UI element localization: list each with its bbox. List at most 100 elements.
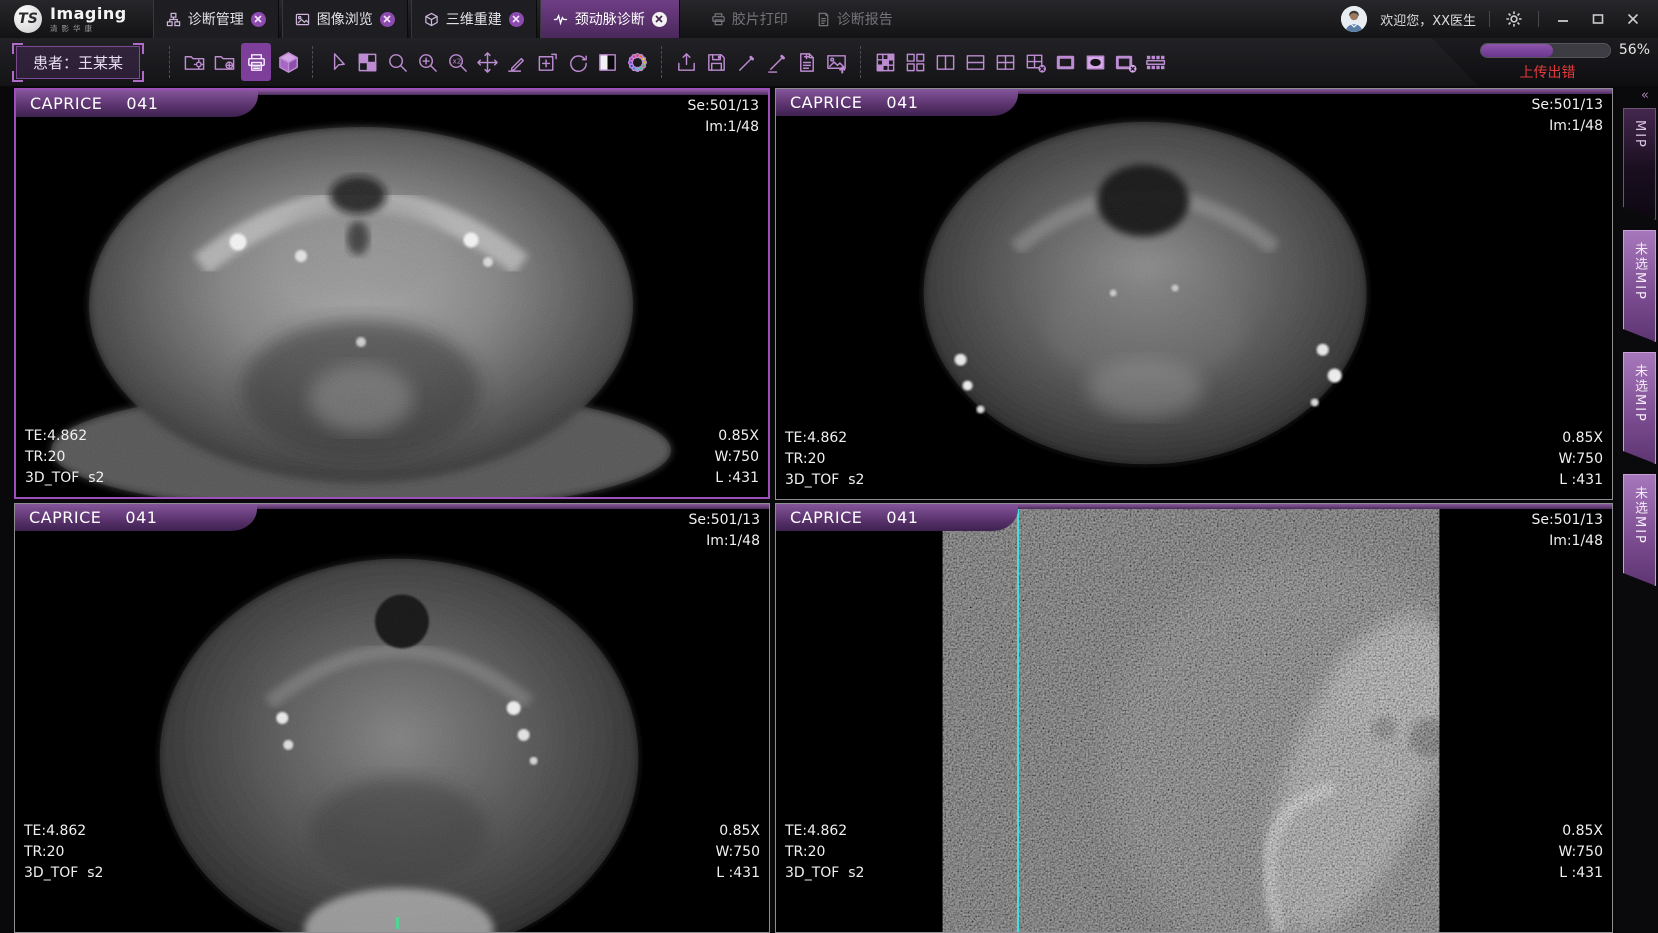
layout-2x1-icon[interactable] <box>962 43 988 81</box>
image-index-label: Im:1/48 <box>1532 116 1603 137</box>
sitemap-icon <box>166 12 181 27</box>
series-number: 041 <box>886 508 918 527</box>
device-name: CAPRICE <box>790 93 862 112</box>
print-icon[interactable] <box>241 43 271 81</box>
tab-3d-reconstruction[interactable]: 三维重建 <box>411 0 537 38</box>
pan-icon[interactable] <box>474 43 500 81</box>
printer-icon <box>711 12 726 27</box>
layout-2x2-icon[interactable] <box>992 43 1018 81</box>
sidebar-tab-label: 未选MIP <box>1630 364 1649 423</box>
menu-diagnosis-report[interactable]: 诊断报告 <box>816 9 893 29</box>
sequence-label: 3D_TOF s2 <box>785 470 864 491</box>
viewport-top-left[interactable]: CAPRICE 041 Se:501/13 Im:1/48 TE:4.862 T… <box>14 88 770 499</box>
tab-label: 三维重建 <box>446 9 502 29</box>
close-cell-icon[interactable] <box>1022 43 1048 81</box>
series-label: Se:501/13 <box>1532 510 1603 531</box>
probe-icon[interactable] <box>733 43 759 81</box>
image-index-label: Im:1/48 <box>689 531 760 552</box>
sidebar-tab-mip[interactable]: MIP <box>1623 108 1656 220</box>
zoom-factor-label: 0.85X <box>715 426 759 447</box>
zoom-in-icon[interactable] <box>414 43 440 81</box>
cube-icon <box>424 12 439 27</box>
tab-image-browse[interactable]: 图像浏览 <box>282 0 408 38</box>
tab-close-icon[interactable] <box>652 12 667 27</box>
series-number: 041 <box>886 93 918 112</box>
probe-baseline-icon[interactable] <box>763 43 789 81</box>
new-report-icon[interactable] <box>793 43 819 81</box>
series-info-overlay: Se:501/13 Im:1/48 <box>688 96 759 138</box>
fill-rect-icon[interactable] <box>1052 43 1078 81</box>
rotate-icon[interactable] <box>564 43 590 81</box>
sidebar-tab-unselected-mip-1[interactable]: 未选MIP <box>1623 230 1656 342</box>
open-study-icon[interactable] <box>181 43 207 81</box>
tab-diagnosis-management[interactable]: 诊断管理 <box>153 0 279 38</box>
mri-noisy-slab <box>776 504 1612 932</box>
layout-3x3-icon[interactable] <box>872 43 898 81</box>
upload-icon[interactable] <box>673 43 699 81</box>
maximize-button[interactable] <box>1587 8 1609 30</box>
window-level-label: L :431 <box>715 468 759 489</box>
app-logo: TS Imaging 清影华康 <box>0 5 143 33</box>
sidebar-tab-label: MIP <box>1632 120 1647 149</box>
tab-close-icon[interactable] <box>380 12 395 27</box>
tab-carotid-diagnosis[interactable]: 颈动脉诊断 <box>540 0 680 38</box>
filmstrip-icon[interactable] <box>1142 43 1168 81</box>
collapse-sidebar-icon[interactable]: « <box>1641 88 1658 105</box>
workspace-tabs: 诊断管理 图像浏览 三维重建 <box>153 0 683 38</box>
sidebar-tab-unselected-mip-2[interactable]: 未选MIP <box>1623 352 1656 464</box>
logo-monogram: TS <box>14 5 42 33</box>
series-label: Se:501/13 <box>1532 95 1603 116</box>
viewport-bottom-right[interactable]: CAPRICE 041 Se:501/13 Im:1/48 TE:4.862 T… <box>775 503 1613 933</box>
fill-ellipse-icon[interactable] <box>1082 43 1108 81</box>
menu-item-label: 诊断报告 <box>837 9 893 29</box>
layout-1x2-icon[interactable] <box>932 43 958 81</box>
upload-error-label[interactable]: 上传出错 <box>1480 62 1615 82</box>
zoom-2x-icon[interactable]: x2 <box>444 43 470 81</box>
layout-tiles-icon[interactable] <box>902 43 928 81</box>
sidebar-tab-unselected-mip-3[interactable]: 未选MIP <box>1623 474 1656 586</box>
export-image-icon[interactable] <box>823 43 849 81</box>
user-avatar[interactable] <box>1341 6 1367 32</box>
add-roi-icon[interactable] <box>534 43 560 81</box>
pointer-icon[interactable] <box>324 43 350 81</box>
welcome-text: 欢迎您，XX医生 <box>1380 10 1476 29</box>
checker-layout-icon[interactable] <box>354 43 380 81</box>
close-button[interactable] <box>1622 8 1644 30</box>
window-level-icon[interactable] <box>594 43 620 81</box>
minimize-button[interactable] <box>1552 8 1574 30</box>
acquisition-overlay: TE:4.862 TR:20 3D_TOF s2 <box>785 428 864 491</box>
corner-mark <box>12 71 23 82</box>
viewport-bottom-left[interactable]: CAPRICE 041 Se:501/13 Im:1/48 TE:4.862 T… <box>14 503 770 933</box>
zoom-factor-label: 0.85X <box>1559 821 1603 842</box>
divider <box>1538 11 1539 27</box>
magnifier-icon[interactable] <box>384 43 410 81</box>
tab-label: 诊断管理 <box>188 9 244 29</box>
te-label: TE:4.862 <box>785 821 864 842</box>
save-icon[interactable] <box>703 43 729 81</box>
toolbar-separator <box>661 46 662 78</box>
corner-mark <box>133 43 144 54</box>
tab-close-icon[interactable] <box>251 12 266 27</box>
brand-block: Imaging 清影华康 <box>50 5 127 33</box>
settings-gear-icon[interactable] <box>1503 8 1525 30</box>
series-label: Se:501/13 <box>689 510 760 531</box>
pseudo-color-icon[interactable] <box>624 43 650 81</box>
sidebar-tab-label: 未选MIP <box>1630 242 1649 301</box>
window-width-label: W:750 <box>1559 842 1603 863</box>
menu-film-print[interactable]: 胶片打印 <box>711 9 788 29</box>
remove-rect-icon[interactable] <box>1112 43 1138 81</box>
waveform-icon <box>553 12 568 27</box>
viewport-top-right[interactable]: CAPRICE 041 Se:501/13 Im:1/48 TE:4.862 T… <box>775 88 1613 500</box>
series-number: 041 <box>126 94 158 113</box>
measure-icon[interactable] <box>504 43 530 81</box>
3d-volume-icon[interactable] <box>275 43 301 81</box>
reference-line[interactable] <box>1017 509 1019 932</box>
tab-close-icon[interactable] <box>509 12 524 27</box>
application-window: { "app": { "logo_monogram": "TS", "brand… <box>0 0 1658 933</box>
viewport-title-tab: CAPRICE 041 <box>776 89 1018 116</box>
new-study-icon[interactable] <box>211 43 237 81</box>
upload-percent-label: 56% <box>1619 42 1650 58</box>
acquisition-overlay: TE:4.862 TR:20 3D_TOF s2 <box>25 426 104 489</box>
device-name: CAPRICE <box>790 508 862 527</box>
window-width-label: W:750 <box>716 842 760 863</box>
